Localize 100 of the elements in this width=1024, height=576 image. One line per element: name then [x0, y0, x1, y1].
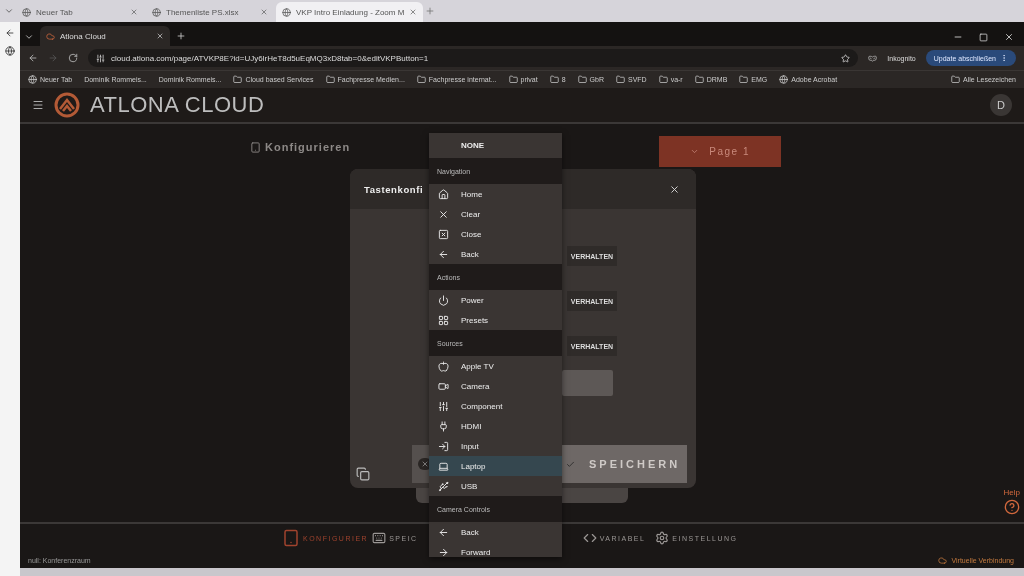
folder-icon [577, 75, 587, 84]
copy-button[interactable] [356, 467, 370, 481]
close-button[interactable] [669, 183, 680, 195]
keyboard-icon [372, 531, 387, 545]
arrow-left-icon [438, 526, 449, 538]
close-icon [669, 183, 680, 195]
globe-icon [152, 7, 161, 17]
folder-icon [951, 75, 961, 84]
tablet-icon [282, 529, 300, 547]
back-button[interactable] [5, 28, 15, 38]
caret-icon [690, 147, 700, 156]
arrow-left-icon [5, 28, 15, 38]
usb-icon [438, 480, 449, 492]
globe-icon [28, 75, 37, 84]
menu-item[interactable]: Back [429, 522, 562, 542]
menu-button[interactable] [32, 99, 44, 111]
address-field[interactable]: cloud.atlona.com/page/ATVKP8E?id=UJy6lrHeT8d5uEqMQ3xD8tab=0&editVKPButton=1 [88, 49, 859, 67]
tab-list-button[interactable] [24, 32, 34, 42]
close-icon [438, 208, 449, 220]
arrow-right-icon [438, 546, 449, 557]
menu-item[interactable]: Power [429, 290, 562, 310]
settings-icon [655, 531, 670, 545]
close-icon [421, 460, 429, 468]
copy-icon [356, 467, 370, 481]
globe-icon [282, 7, 291, 17]
star-icon[interactable] [841, 53, 851, 63]
square-x-icon [438, 228, 449, 240]
menu-item[interactable]: Laptop [429, 456, 562, 476]
chevron-down-icon [4, 6, 14, 16]
globe-icon [779, 75, 789, 84]
menu-item[interactable]: Presets [429, 310, 562, 330]
globe-icon [22, 7, 31, 17]
help-label: Help [1003, 488, 1020, 497]
power-icon [438, 294, 449, 306]
tablet-icon [250, 141, 261, 153]
new-tab-button[interactable] [176, 31, 186, 41]
menu-item[interactable]: HDMI [429, 416, 562, 436]
logo-text: ATLONA CLOUD [90, 92, 265, 118]
reload-icon [68, 53, 78, 63]
close-icon [1004, 32, 1014, 42]
sliders-icon [96, 53, 105, 63]
folder-icon [549, 75, 559, 84]
arrow-left-icon [438, 248, 449, 260]
menu-item[interactable]: Close [429, 224, 562, 244]
cloud-icon [938, 555, 948, 565]
menu-item[interactable]: Clear [429, 204, 562, 224]
folder-icon [416, 75, 426, 84]
close-icon [260, 8, 268, 16]
plus-icon [425, 6, 436, 16]
user-avatar[interactable]: D [990, 94, 1012, 116]
sliders-icon [438, 400, 449, 412]
folder-icon [739, 75, 749, 84]
chevron-down-icon [24, 32, 34, 42]
help-icon[interactable] [1003, 499, 1020, 515]
grid-icon [438, 314, 449, 326]
apple-icon [438, 360, 449, 372]
home-icon [438, 188, 449, 200]
login-icon [438, 440, 449, 452]
menu-icon [32, 99, 44, 111]
logo-icon [54, 92, 80, 118]
section-title: Konfigurieren [265, 141, 351, 153]
input-field[interactable] [562, 370, 613, 396]
close-icon [409, 8, 418, 16]
browser-tab[interactable]: Neuer Tab [16, 2, 144, 22]
folder-icon [694, 75, 704, 84]
menu-item[interactable]: Input [429, 436, 562, 456]
close-button[interactable] [1004, 32, 1014, 42]
globe-icon [5, 46, 15, 56]
menu-item[interactable]: NONE [429, 133, 562, 158]
check-icon [566, 459, 575, 469]
browser-tab[interactable]: Atlona Cloud [40, 26, 170, 46]
menu-item[interactable]: Forward [429, 542, 562, 557]
arrow-right-icon [48, 53, 58, 63]
folder-icon [325, 75, 335, 84]
cloud-icon [46, 31, 55, 41]
laptop-icon [438, 460, 449, 472]
folder-icon [615, 75, 625, 84]
url-text: cloud.atlona.com/page/ATVKP8E?id=UJy6lrHeT8d5uEqMQ3xD8tab=0&editVKPButton=1 [111, 53, 429, 63]
mask-icon [868, 53, 878, 63]
browser-tab[interactable]: VKP Intro Einladung - Zoom M [276, 2, 424, 22]
folder-icon [658, 75, 668, 84]
maximize-button[interactable] [979, 32, 988, 42]
code-icon [582, 531, 597, 545]
menu-item[interactable]: Apple TV [429, 356, 562, 376]
reload-button[interactable] [68, 53, 78, 63]
menu-item[interactable]: Camera [429, 376, 562, 396]
more-icon [1000, 54, 1008, 62]
plug-icon [438, 420, 449, 432]
video-camera-icon [438, 380, 449, 392]
menu-item[interactable]: Component [429, 396, 562, 416]
menu-item[interactable]: Back [429, 244, 562, 264]
plus-icon [176, 31, 186, 41]
folder-icon [233, 75, 243, 84]
browser-tab[interactable]: Themenliste PS.xlsx [146, 2, 274, 22]
menu-item[interactable]: Home [429, 184, 562, 204]
square-icon [979, 32, 988, 42]
dialog-title: Tastenkonfi [364, 183, 424, 195]
back-button[interactable] [28, 53, 38, 63]
arrow-left-icon [28, 53, 38, 63]
menu-item[interactable]: USB [429, 476, 562, 496]
